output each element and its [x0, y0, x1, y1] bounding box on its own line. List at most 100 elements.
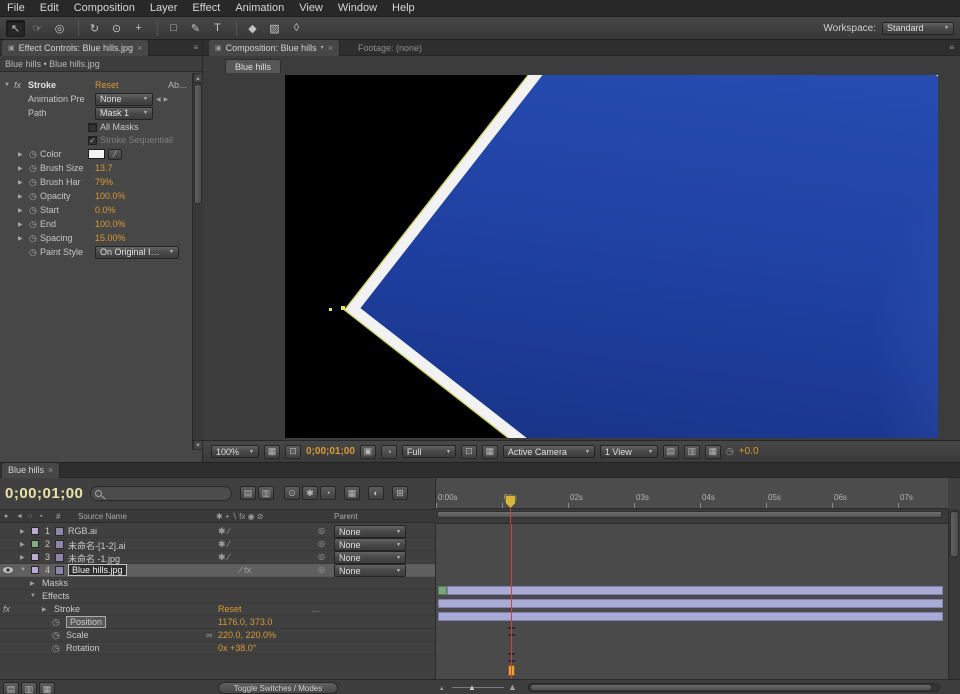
menu-composition[interactable]: Composition [74, 2, 135, 14]
stopwatch-icon[interactable]: ◷ [29, 163, 37, 174]
layer-name[interactable]: RGB.ai [68, 526, 97, 536]
property-row-scale[interactable]: ◷ Scale ∞ 220.0, 220.0% [0, 629, 435, 642]
layer-duration-bar[interactable] [447, 586, 943, 595]
ec-scrollbar[interactable]: ▲ ▼ [192, 73, 203, 450]
property-row-rotation[interactable]: ◷ Rotation 0x +38.0° [0, 642, 435, 655]
effect-header-row[interactable]: ▼ fx Stroke Reset Ab... [0, 78, 192, 92]
snapshot-icon[interactable]: ▣ [360, 445, 376, 459]
selection-tool-icon[interactable]: ↖ [6, 20, 25, 37]
text-tool-icon[interactable]: T [208, 20, 227, 37]
resolution-select[interactable]: Full▼ [402, 445, 456, 458]
layer-switches[interactable]: ∕ fx [240, 565, 251, 575]
pickwhip-icon[interactable]: ◎ [318, 552, 325, 561]
transparency-grid-icon[interactable]: ▦ [482, 445, 498, 459]
timeline-track-area[interactable] [435, 524, 948, 679]
mask-shape-tool-icon[interactable]: □ [164, 20, 183, 37]
camera-tool-icon[interactable]: ⊙ [107, 20, 126, 37]
tab-composition[interactable]: ▣ Composition: Blue hills ▾ × [209, 40, 340, 56]
tab-timeline-blue-hills[interactable]: Blue hills × [2, 463, 60, 478]
zoom-out-mountain-icon[interactable]: ▴ [440, 684, 444, 692]
layer-row-selected[interactable]: ▼ 4 Blue hills.jpg ∕ fx ◎ None▼ [0, 564, 435, 577]
prev-preset-icon[interactable]: ◀ [156, 96, 161, 103]
property-value[interactable]: 0.0% [95, 205, 116, 215]
menu-layer[interactable]: Layer [150, 2, 178, 14]
layer-color-swatch[interactable] [31, 540, 39, 548]
timeline-hscroll[interactable] [528, 683, 940, 692]
zoom-slider-handle[interactable]: ▲ [468, 683, 476, 692]
magnification-select[interactable]: 100%▼ [211, 445, 259, 458]
panel-menu-icon[interactable]: ≡ [193, 43, 198, 52]
chevron-right-icon[interactable]: ▶ [18, 165, 23, 172]
menu-window[interactable]: Window [338, 2, 377, 14]
tab-footage[interactable]: Footage: (none) [358, 43, 422, 53]
layer-duration-bar[interactable] [438, 612, 943, 621]
composition-mini-flowchart-icon[interactable]: ▤ [240, 486, 256, 500]
about-link[interactable]: Ab... [168, 80, 187, 90]
view-layout-select[interactable]: 1 View▼ [600, 445, 658, 458]
pickwhip-icon[interactable]: ◎ [318, 526, 325, 535]
property-value[interactable]: 15.00% [95, 233, 126, 243]
work-area-bar[interactable] [437, 511, 942, 518]
parent-select[interactable]: None▼ [334, 538, 406, 551]
column-source-name[interactable]: Source Name [78, 512, 127, 521]
stopwatch-icon[interactable]: ◷ [29, 233, 37, 244]
next-preset-icon[interactable]: ▶ [164, 96, 169, 103]
color-swatch[interactable] [88, 149, 105, 159]
menu-view[interactable]: View [299, 2, 323, 14]
property-label-selected[interactable]: Position [66, 616, 106, 628]
chevron-right-icon[interactable]: ▶ [18, 193, 23, 200]
tab-effect-controls[interactable]: ▣ Effect Controls: Blue hills.jpg × [2, 40, 149, 56]
eye-icon[interactable] [3, 567, 13, 573]
close-icon[interactable]: × [137, 43, 142, 53]
scroll-down-icon[interactable]: ▼ [193, 440, 203, 450]
chevron-right-icon[interactable]: ▶ [18, 151, 23, 158]
options-ellipsis[interactable]: ... [312, 604, 320, 614]
layer-name-edit-field[interactable]: Blue hills.jpg [68, 564, 127, 576]
stopwatch-icon[interactable]: ◷ [29, 177, 37, 188]
region-icon[interactable]: ⊡ [461, 445, 477, 459]
expand-layer-switches-icon[interactable]: ▤ [3, 682, 19, 694]
reset-link[interactable]: Reset [95, 80, 119, 90]
parent-select[interactable]: None▼ [334, 564, 406, 577]
grid-guides-icon[interactable]: ▦ [264, 445, 280, 459]
brainstorm-icon[interactable]: ◐ [368, 486, 384, 500]
layer-switches[interactable]: ✱ ∕ [218, 552, 230, 563]
view-tab-blue-hills[interactable]: Blue hills [225, 59, 281, 73]
animation-preset-select[interactable]: None▼ [95, 93, 153, 106]
eraser-tool-icon[interactable]: ◊ [287, 20, 306, 37]
property-label[interactable]: Rotation [66, 643, 100, 653]
pen-tool-icon[interactable]: ✎ [186, 20, 205, 37]
channel-icon[interactable]: ◔ [381, 445, 397, 459]
reset-link[interactable]: Reset [218, 604, 242, 614]
chevron-down-icon[interactable]: ▼ [20, 567, 26, 573]
chevron-right-icon[interactable]: ▶ [20, 528, 25, 535]
stroke-sequentially-checkbox[interactable]: ✓ [88, 136, 97, 145]
stopwatch-icon[interactable]: ◷ [52, 643, 60, 654]
menu-file[interactable]: File [7, 2, 25, 14]
stopwatch-icon[interactable]: ◷ [29, 247, 37, 258]
rotate-tool-icon[interactable]: ↻ [85, 20, 104, 37]
chevron-right-icon[interactable]: ▶ [20, 554, 25, 561]
property-value[interactable]: 100.0% [95, 191, 126, 201]
composition-viewer[interactable] [285, 75, 938, 438]
rotated-image-layer[interactable] [345, 75, 938, 438]
frame-blend-icon[interactable]: ◔ [320, 486, 336, 500]
hand-tool-icon[interactable]: ☞ [28, 20, 47, 37]
mask-vertex-handle[interactable] [329, 308, 332, 311]
menu-edit[interactable]: Edit [40, 2, 59, 14]
stopwatch-icon[interactable]: ◷ [52, 617, 60, 628]
group-row-effects[interactable]: ▼ Effects [0, 590, 435, 603]
pickwhip-icon[interactable]: ◎ [318, 565, 325, 574]
stopwatch-icon[interactable]: ◷ [29, 149, 37, 160]
chevron-down-icon[interactable]: ▼ [4, 82, 10, 88]
eyedropper-icon[interactable]: ∕ [108, 149, 122, 160]
brush-tool-icon[interactable]: ◆ [243, 20, 262, 37]
motion-blur-icon[interactable]: ▦ [344, 486, 360, 500]
column-number[interactable]: # [56, 512, 60, 521]
column-parent[interactable]: Parent [334, 512, 358, 521]
rotation-value[interactable]: 0x +38.0° [218, 643, 256, 653]
scroll-up-icon[interactable]: ▲ [193, 73, 203, 83]
workspace-select[interactable]: Standard▼ [882, 22, 954, 35]
expand-transfer-controls-icon[interactable]: ▥ [21, 682, 37, 694]
path-select[interactable]: Mask 1▼ [95, 107, 153, 120]
